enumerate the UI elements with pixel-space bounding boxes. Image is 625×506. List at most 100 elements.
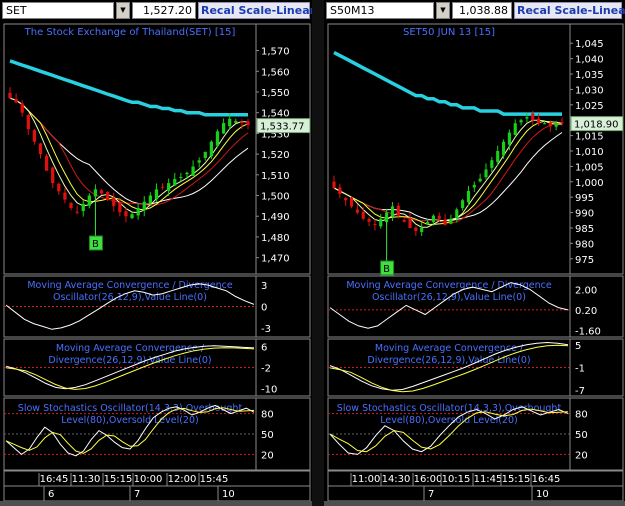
candle-body <box>106 191 110 200</box>
candle-body <box>332 181 336 188</box>
price-tick-label: 1,010 <box>575 147 604 158</box>
price-tick-label: 990 <box>575 209 594 220</box>
price-tick-label: 1,490 <box>261 212 290 223</box>
stochastic-tick: 50 <box>261 430 274 441</box>
candle-body <box>197 160 201 163</box>
stochastic-subtitle: Level(80),Oversold Level(20) <box>61 415 198 426</box>
price-tick-label: 995 <box>575 193 594 204</box>
price-tick-label: 1,005 <box>575 162 604 173</box>
candle-body <box>81 203 85 212</box>
candle-body <box>554 123 558 127</box>
candle-body <box>234 120 238 123</box>
macd-histogram-tick: -1.60 <box>575 326 601 337</box>
time-axis-label: 10:00 <box>134 474 163 485</box>
time-axis-label: 16:45 <box>532 474 561 485</box>
candle-body <box>531 113 535 121</box>
panel-divider[interactable] <box>312 0 324 506</box>
time-axis-label: 10:15 <box>442 474 471 485</box>
candle-body <box>507 132 511 145</box>
price-tick-label: 1,560 <box>261 67 290 78</box>
macd-line-subtitle: Divergence(26,12,9),Value Line(0) <box>48 355 211 366</box>
price-chart-title: The Stock Exchange of Thailand(SET) [15] <box>24 27 236 38</box>
candle-body <box>136 207 140 216</box>
macd-histogram-title: Moving Average Convergence / Divergence <box>27 280 233 291</box>
price-tick-label: 1,045 <box>575 39 604 50</box>
candle-body <box>496 151 500 162</box>
macd-histogram-tick: -3 <box>261 324 271 335</box>
candle-body <box>69 203 73 208</box>
price-chart-title: SET50 JUN 13 [15] <box>403 27 495 38</box>
price-tick-label: 1,480 <box>261 233 290 244</box>
current-price-tag-label: 1,533.77 <box>260 122 305 133</box>
candle-body <box>379 218 383 227</box>
candle-body <box>501 141 506 156</box>
price-tick-label: 1,520 <box>261 150 290 161</box>
candle-body <box>154 189 159 200</box>
candle-body <box>402 219 406 222</box>
day-axis-label: 7 <box>428 489 434 500</box>
candle-body <box>118 202 122 213</box>
candle-body <box>408 218 412 228</box>
macd-histogram-subtitle: Oscillator(26,12,9),Value Line(0) <box>53 292 207 303</box>
chart-svg-set[interactable]: The Stock Exchange of Thailand(SET) [15]… <box>0 0 312 506</box>
candle-body <box>160 186 165 188</box>
price-tick-label: 1,015 <box>575 132 604 143</box>
horizontal-scrollbar <box>0 501 312 506</box>
time-axis-label: 11:45 <box>474 474 503 485</box>
candle-body <box>57 183 61 192</box>
candle-body <box>548 123 552 127</box>
candle-body <box>338 187 342 195</box>
macd-line-tick: -2 <box>261 364 271 375</box>
candle-body <box>461 200 465 209</box>
candle-body <box>425 221 430 225</box>
candle-body <box>437 215 441 219</box>
buy-signal-label: B <box>383 264 390 275</box>
price-tick-label: 1,040 <box>575 55 604 66</box>
current-price-tag-label: 1,018.90 <box>574 120 619 131</box>
day-axis-label: 6 <box>48 489 54 500</box>
candle-body <box>209 141 214 157</box>
candle-body <box>130 214 134 219</box>
candle-body <box>246 121 250 126</box>
candle-body <box>148 195 152 204</box>
day-axis-label: 10 <box>222 489 235 500</box>
candle-body <box>519 120 523 123</box>
price-tick-label: 1,540 <box>261 109 290 120</box>
candle-body <box>20 103 24 113</box>
candle-body <box>14 99 18 103</box>
macd-line-tick: 5 <box>575 341 581 352</box>
time-axis-label: 15:15 <box>502 474 531 485</box>
stochastic-tick: 50 <box>575 430 588 441</box>
price-tick-label: 1,035 <box>575 70 604 81</box>
stochastic-subtitle: Level(80),Oversold Level(20) <box>380 415 517 426</box>
candle-body <box>63 192 67 200</box>
candle-body <box>26 114 30 130</box>
candle-body <box>349 197 354 207</box>
time-axis-label: 11:30 <box>72 474 101 485</box>
candle-body <box>455 209 459 219</box>
candle-body <box>87 195 91 206</box>
time-axis-label: 12:00 <box>168 474 197 485</box>
time-axis-label: 14:30 <box>382 474 411 485</box>
horizontal-scrollbar <box>324 501 625 506</box>
macd-histogram-tick: 2.00 <box>575 285 597 296</box>
candle-body <box>32 130 37 142</box>
price-tick-label: 1,550 <box>261 88 290 99</box>
macd-histogram-tick: 3 <box>261 281 267 292</box>
candle-body <box>215 131 220 146</box>
candle-body <box>75 211 79 213</box>
candle-body <box>93 189 98 197</box>
candle-body <box>167 183 171 191</box>
chart-svg-s50m13[interactable]: SET50 JUN 13 [15] 1,045 1,040 1,035 1,030 1,0… <box>324 0 625 506</box>
day-axis-label: 7 <box>134 489 140 500</box>
candle-body <box>443 219 447 225</box>
stochastic-title: Slow Stochastics Oscillator(14,3,3),Over… <box>18 403 243 414</box>
candle-body <box>466 191 471 203</box>
time-axis-label: 16:45 <box>40 474 69 485</box>
macd-line-title: Moving Average Convergence / <box>375 343 524 354</box>
price-tick-label: 975 <box>575 255 594 266</box>
candle-body <box>124 211 128 217</box>
price-tick-label: 1,510 <box>261 171 290 182</box>
candle-body <box>361 211 365 219</box>
candle-body <box>355 209 359 213</box>
